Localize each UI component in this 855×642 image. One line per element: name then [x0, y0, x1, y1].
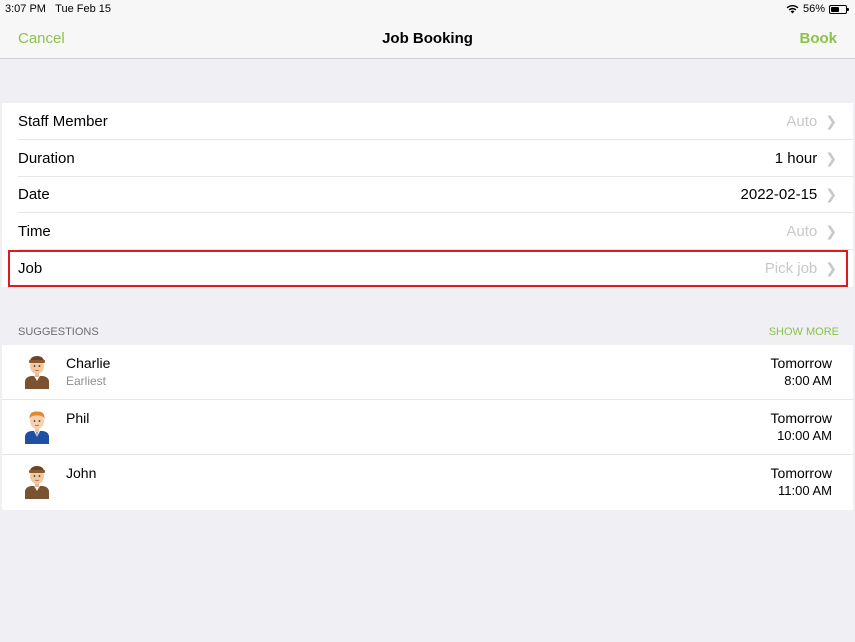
chevron-right-icon: ❯	[825, 112, 837, 129]
suggestions-title: SUGGESTIONS	[18, 326, 99, 338]
suggestions-list: Charlie Earliest Tomorrow 8:00 AM Phil T…	[2, 345, 853, 510]
battery-icon	[829, 4, 849, 14]
chevron-right-icon: ❯	[825, 223, 837, 240]
page-title: Job Booking	[382, 30, 473, 47]
show-more-button[interactable]: SHOW MORE	[769, 326, 839, 338]
form-row-staff-member[interactable]: Staff Member Auto ❯	[2, 103, 853, 140]
suggestion-day: Tomorrow	[770, 410, 832, 426]
form-row-value: Auto	[786, 112, 818, 130]
form-row-label: Duration	[18, 149, 75, 167]
form-row-label: Date	[18, 186, 50, 204]
form-row-value: Pick job	[764, 260, 818, 278]
suggestion-row-phil[interactable]: Phil Tomorrow 10:00 AM	[2, 400, 853, 455]
suggestion-name: Phil	[66, 410, 90, 426]
form-row-date[interactable]: Date 2022-02-15 ❯	[2, 177, 853, 214]
suggestion-day: Tomorrow	[770, 465, 832, 481]
suggestion-time: 8:00 AM	[784, 373, 832, 388]
form-row-job[interactable]: Job Pick job ❯	[2, 250, 853, 287]
status-bar: 3:07 PM Tue Feb 15 56%	[0, 0, 855, 18]
suggestion-day: Tomorrow	[770, 355, 832, 371]
suggestion-name: John	[66, 465, 97, 481]
status-time: 3:07 PM Tue Feb 15	[5, 3, 111, 15]
book-button[interactable]: Book	[800, 30, 838, 47]
staff-avatar-icon	[25, 466, 49, 499]
form-row-value: Auto	[786, 223, 818, 241]
suggestions-header: SUGGESTIONS SHOW MORE	[2, 322, 853, 344]
staff-avatar-icon	[25, 356, 49, 389]
form-row-label: Job	[18, 260, 43, 278]
suggestion-name: Charlie	[66, 355, 111, 371]
form-row-label: Time	[18, 223, 51, 241]
form-row-label: Staff Member	[18, 112, 108, 130]
booking-form: Staff Member Auto ❯ Duration 1 hour ❯ Da…	[2, 103, 853, 287]
chevron-right-icon: ❯	[825, 149, 837, 166]
form-row-value: 2022-02-15	[740, 186, 818, 204]
suggestion-time: 10:00 AM	[777, 428, 832, 443]
chevron-right-icon: ❯	[825, 260, 837, 277]
staff-avatar-icon	[25, 411, 49, 444]
form-row-duration[interactable]: Duration 1 hour ❯	[2, 140, 853, 177]
suggestion-subtitle: Earliest	[66, 374, 107, 388]
suggestion-row-john[interactable]: John Tomorrow 11:00 AM	[2, 455, 853, 510]
chevron-right-icon: ❯	[825, 186, 837, 203]
nav-bar: Cancel Job Booking Book	[0, 18, 855, 59]
suggestion-time: 11:00 AM	[778, 483, 832, 498]
suggestion-row-charlie[interactable]: Charlie Earliest Tomorrow 8:00 AM	[2, 345, 853, 400]
status-right: 56%	[786, 3, 849, 15]
battery-percent: 56%	[802, 3, 825, 15]
wifi-icon	[786, 4, 799, 14]
form-row-value: 1 hour	[774, 149, 818, 167]
form-row-time[interactable]: Time Auto ❯	[2, 213, 853, 250]
